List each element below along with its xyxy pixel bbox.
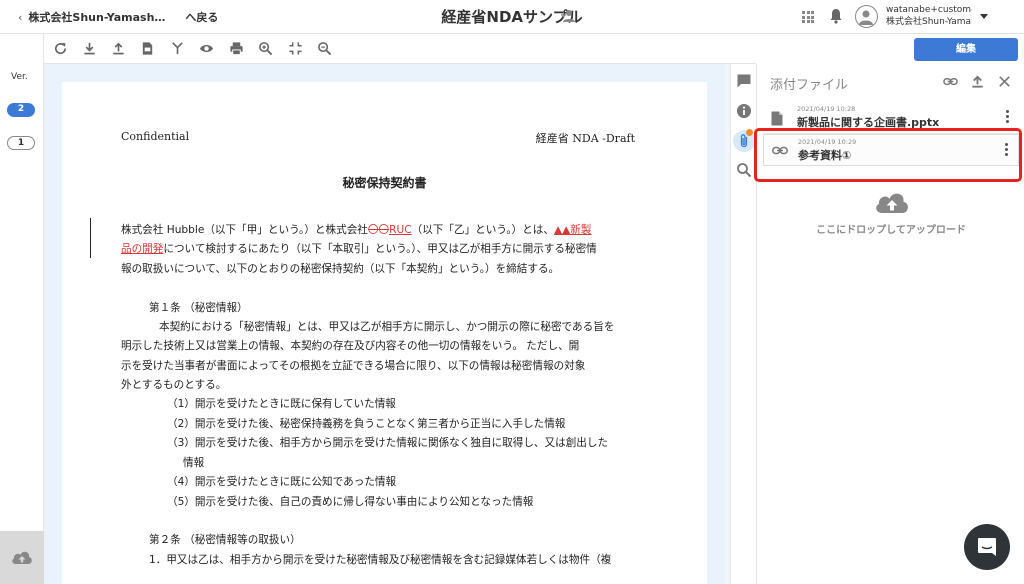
attachments-title: 添付ファイル	[770, 78, 849, 93]
version-rail: Ver. 2 1	[0, 34, 44, 584]
download-icon[interactable]	[82, 41, 97, 56]
refresh-icon[interactable]	[53, 41, 68, 56]
zoom-out-icon[interactable]	[317, 41, 332, 56]
article-1-item: 情報	[183, 457, 205, 469]
side-icon-rail	[730, 64, 756, 584]
version-2-button[interactable]: 2	[7, 103, 35, 117]
article-2-line: 1．甲又は乙は、相手方から開示を受けた秘密情報及び秘密情報を含む記録媒体若しくは…	[149, 554, 612, 566]
article-1-title: 第１条 （秘密情報）	[149, 302, 248, 314]
intro-text: 株式会社 Hubble（以下「甲」という。）と株式会社	[121, 224, 368, 236]
top-header: ‹ 株式会社Shun-Yamash… へ戻る 経産省NDAサンプル watana…	[0, 0, 1024, 34]
user-email: watanabe+custom@…	[886, 5, 972, 15]
info-icon[interactable]	[736, 103, 752, 119]
merge-icon[interactable]	[170, 41, 185, 56]
article-1-line: 本契約における「秘密情報」とは、甲又は乙が相手方に開示し、かつ開示の際に秘密であ…	[159, 321, 615, 333]
article-1-line: 外とするものとする。	[121, 379, 227, 391]
document-heading: 秘密保持契約書	[342, 176, 427, 190]
intro-text: について検討するにあたり（以下「本取引」という。）、甲又は乙が相手方に開示する秘…	[163, 243, 597, 255]
convert-icon[interactable]	[140, 41, 155, 56]
back-label: へ戻る	[185, 11, 219, 24]
add-member-icon[interactable]	[560, 8, 576, 24]
upload-version-button[interactable]	[0, 531, 44, 584]
chat-button[interactable]	[964, 524, 1010, 570]
comment-icon[interactable]	[736, 73, 752, 89]
intro-line-3: 報の取扱いについて、以下のとおりの秘密保持契約（以下「本契約」という。）を締結す…	[121, 263, 560, 275]
inserted-text: ▲▲新製	[554, 224, 592, 236]
apps-grid-icon[interactable]	[802, 11, 814, 23]
file-icon	[771, 111, 783, 126]
article-1-item: （4）開示を受けたときに既に公知であった情報	[167, 476, 397, 488]
bell-icon[interactable]	[829, 8, 843, 24]
version-1-button[interactable]: 1	[7, 136, 35, 150]
header-draft: 経産省 NDA -Draft	[535, 132, 635, 145]
user-org: 株式会社Shun-Yama…	[886, 17, 972, 27]
highlight-annotation	[754, 128, 1022, 182]
document-page: Confidential 経産省 NDA -Draft 秘密保持契約書 株式会社…	[62, 82, 707, 584]
close-icon[interactable]	[997, 74, 1012, 89]
drop-zone-label[interactable]: ここにドロップしてアップロード	[757, 221, 1024, 236]
edit-button[interactable]: 編集	[914, 38, 1018, 61]
fit-icon[interactable]	[288, 41, 303, 56]
article-1-item: （1）開示を受けたときに既に保有していた情報	[167, 398, 396, 410]
more-vert-icon[interactable]	[1006, 110, 1009, 125]
version-label: Ver.	[11, 72, 28, 82]
attachments-actions	[943, 74, 1012, 89]
article-2-title: 第２条 （秘密情報等の取扱い）	[149, 534, 301, 546]
print-icon[interactable]	[229, 41, 244, 56]
change-bar	[90, 218, 91, 258]
attachment-date: 2021/04/19 10:28	[797, 105, 856, 113]
back-link[interactable]: ‹ 株式会社Shun-Yamash… へ戻る	[18, 9, 218, 25]
article-1-line: 示を受けた当事者が書面によってその根拠を立証できる場合に限り、以下の情報は秘密情…	[121, 360, 586, 372]
article-1-line: 明示した技術上又は営業上の情報、本契約の存在及び内容その他一切の情報をいう。 た…	[121, 340, 580, 352]
cloud-upload-icon	[12, 551, 32, 564]
document-viewer[interactable]: Confidential 経産省 NDA -Draft 秘密保持契約書 株式会社…	[44, 64, 725, 584]
caret-down-icon[interactable]	[980, 14, 988, 19]
link-icon[interactable]	[943, 74, 958, 89]
chat-icon	[978, 538, 996, 556]
cloud-upload-icon	[876, 193, 908, 213]
inserted-text: 品の開発	[121, 243, 164, 255]
zoom-in-icon[interactable]	[258, 41, 273, 56]
user-menu[interactable]: watanabe+custom@… 株式会社Shun-Yama…	[886, 4, 972, 28]
intro-text: （以下「乙」という。）とは、	[411, 224, 554, 236]
article-1-item: （2）開示を受けた後、秘密保持義務を負うことなく第三者から正当に入手した情報	[167, 418, 566, 430]
user-avatar[interactable]	[855, 5, 878, 28]
header-confidential: Confidential	[121, 130, 190, 143]
back-org-name: 株式会社Shun-Yamash…	[28, 11, 166, 24]
user-icon	[859, 10, 873, 25]
document-toolbar	[44, 34, 756, 64]
upload-icon[interactable]	[111, 41, 126, 56]
deleted-text: 〇〇	[367, 224, 390, 236]
intro-line-2: 品の開発について検討するにあたり（以下「本取引」という。）、甲又は乙が相手方に開…	[121, 241, 597, 256]
article-1-item: （3）開示を受けた後、相手方から開示を受けた情報に関係なく独自に取得し、又は創出…	[167, 437, 609, 449]
upload-icon[interactable]	[970, 74, 985, 89]
notification-dot	[746, 129, 753, 136]
search-icon[interactable]	[736, 162, 752, 178]
eye-icon[interactable]	[199, 41, 214, 56]
inserted-text: RUC	[389, 224, 412, 236]
intro-line-1: 株式会社 Hubble（以下「甲」という。）と株式会社〇〇RUC（以下「乙」とい…	[121, 222, 591, 237]
chevron-left-icon: ‹	[18, 10, 23, 24]
article-1-item: （5）開示を受けた後、自己の責めに帰し得ない事由により公知となった情報	[167, 496, 534, 508]
